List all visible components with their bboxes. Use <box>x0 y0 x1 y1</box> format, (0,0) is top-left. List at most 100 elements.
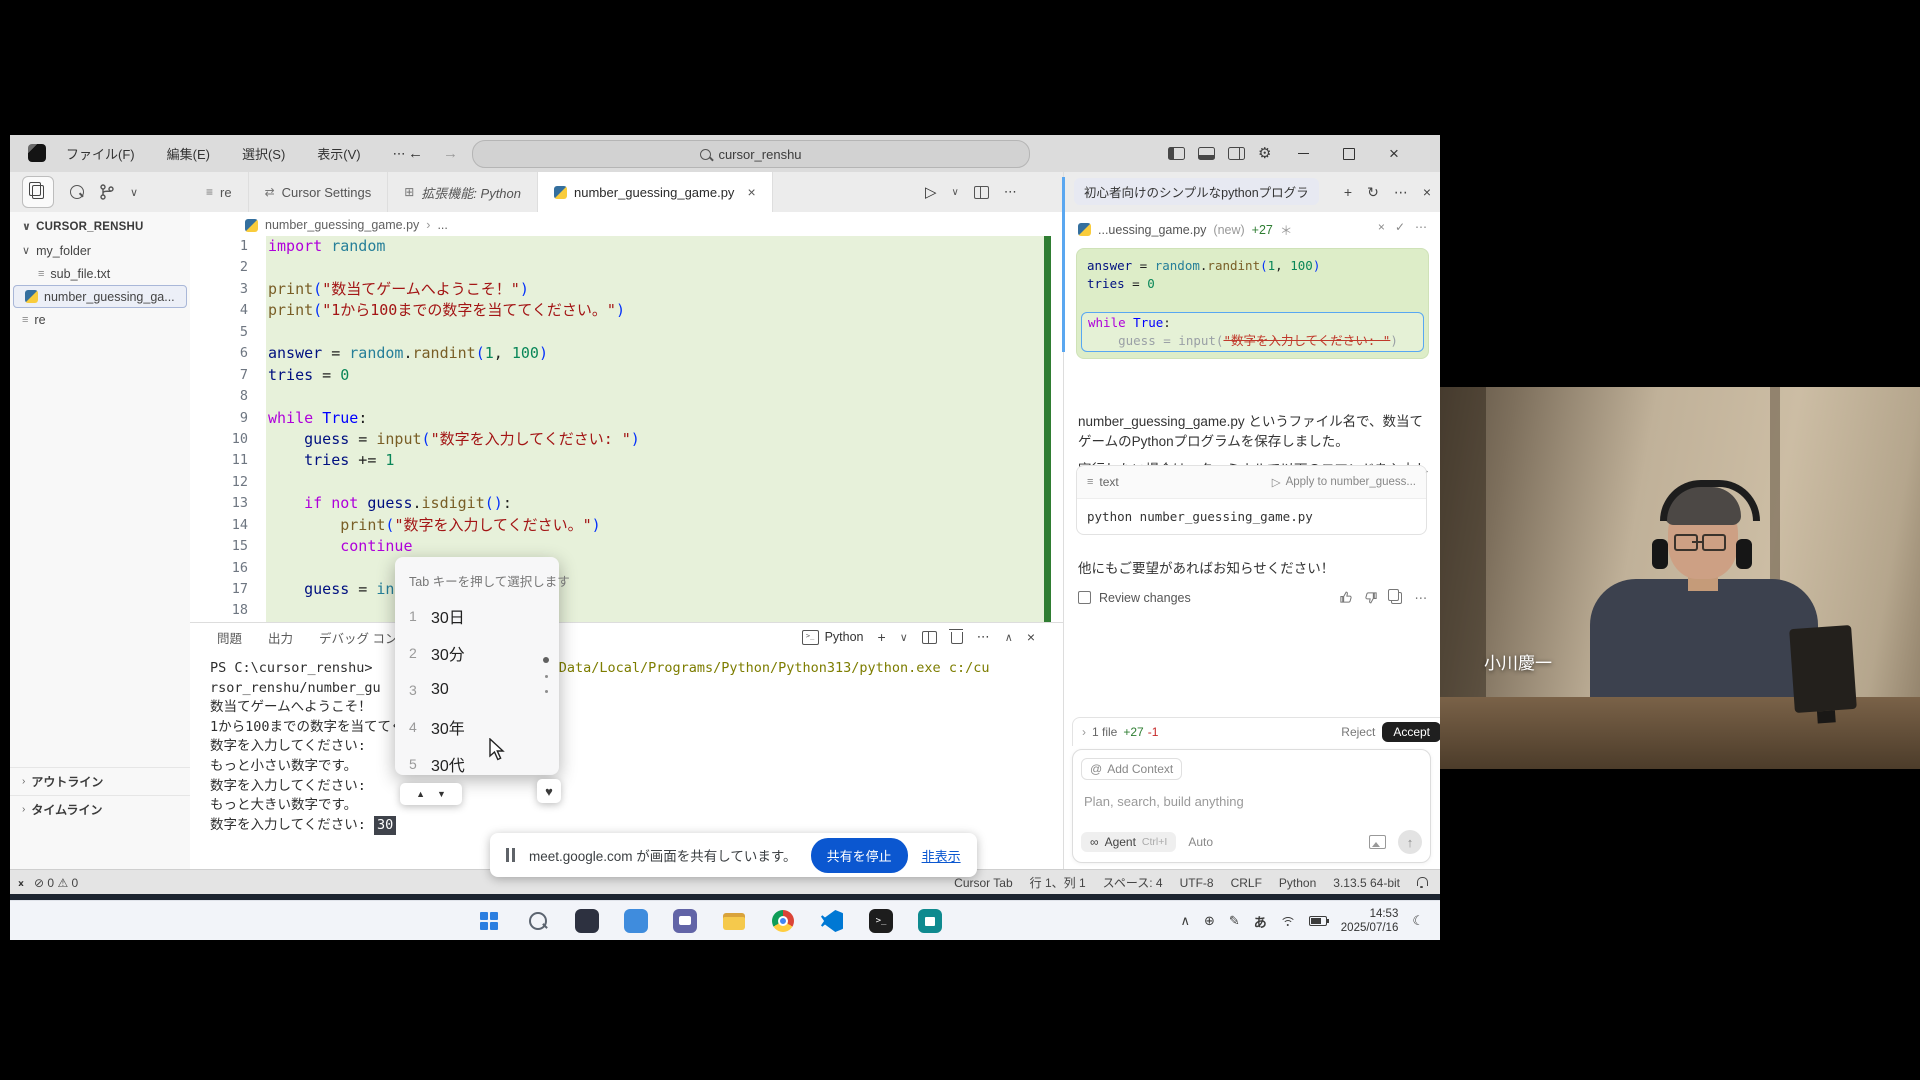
chat-file-more-icon[interactable]: ⋯ <box>1415 220 1427 234</box>
gear-icon[interactable]: ⚙ <box>1258 146 1271 161</box>
taskbar-teams-icon[interactable] <box>672 908 698 934</box>
copy-icon[interactable] <box>1391 592 1402 604</box>
notifications-bell-icon[interactable] <box>1417 877 1428 886</box>
chat-composer[interactable]: @ Add Context Plan, search, build anythi… <box>1072 749 1431 863</box>
tab-cursor-settings[interactable]: ⇄Cursor Settings <box>249 172 389 212</box>
chat-file-accept-icon[interactable]: ✓ <box>1395 220 1405 234</box>
ime-candidate[interactable]: 230分 <box>409 634 465 671</box>
close-window-button[interactable]: × <box>1389 145 1399 162</box>
tree-item[interactable]: ∨my_folder <box>10 239 190 262</box>
new-chat-icon[interactable]: + <box>1344 184 1352 200</box>
vscode-icon[interactable] <box>819 908 845 934</box>
tree-item[interactable]: ≡sub_file.txt <box>10 262 190 285</box>
tree-item[interactable]: ≡re <box>10 308 190 331</box>
attach-image-icon[interactable] <box>1369 835 1386 849</box>
close-panel-icon[interactable]: × <box>1027 629 1035 645</box>
reject-all-button[interactable]: Reject <box>1334 723 1382 741</box>
model-auto-select[interactable]: Auto <box>1188 835 1213 849</box>
add-context-chip[interactable]: @ Add Context <box>1081 758 1182 780</box>
status-item[interactable]: Python <box>1279 876 1316 890</box>
status-item[interactable]: 行 1、列 1 <box>1030 874 1086 891</box>
apply-code-button[interactable]: ▷Apply to number_guess... <box>1272 475 1416 489</box>
new-terminal-icon[interactable]: + <box>878 629 886 645</box>
panel-tab-出力[interactable]: 出力 <box>268 628 293 647</box>
ime-favorite-icon[interactable]: ♥ <box>537 779 561 803</box>
run-python-button[interactable]: ▷ <box>925 183 937 201</box>
pen-icon[interactable]: ✎ <box>1229 913 1240 929</box>
taskbar-app-dark-icon[interactable] <box>574 908 600 934</box>
store-app-icon[interactable] <box>917 908 943 934</box>
menu-item[interactable]: 選択(S) <box>236 141 291 166</box>
panel-tab-問題[interactable]: 問題 <box>217 628 242 647</box>
chat-file-chip[interactable]: ...uessing_game.py (new) +27 ＊ <box>1078 220 1292 239</box>
tab-number-guessing-game-py[interactable]: number_guessing_game.py× <box>538 172 773 212</box>
menu-item[interactable]: 表示(V) <box>311 141 366 166</box>
search-view-icon[interactable] <box>70 185 84 199</box>
tab-re[interactable]: ≡re <box>190 172 249 212</box>
file-explorer-icon[interactable] <box>721 908 747 934</box>
command-search-input[interactable]: cursor_renshu <box>472 140 1030 168</box>
status-item[interactable]: Cursor Tab <box>954 876 1012 890</box>
chat-more-icon[interactable]: ⋯ <box>1394 184 1408 201</box>
panel-more-icon[interactable]: ⋯ <box>977 629 991 645</box>
toggle-secondary-sidebar-icon[interactable] <box>1228 147 1245 160</box>
tab--python[interactable]: ⊞拡張機能: Python <box>388 172 538 212</box>
menu-item[interactable]: 編集(E) <box>161 141 216 166</box>
status-item[interactable]: スペース: 4 <box>1103 874 1163 891</box>
explorer-root[interactable]: ∨ CURSOR_RENSHU <box>10 212 190 239</box>
status-item[interactable]: UTF-8 <box>1180 876 1214 890</box>
toggle-sidebar-icon[interactable] <box>1168 147 1185 160</box>
code-editor[interactable]: number_guessing_game.py › ... 1import ra… <box>190 212 1063 622</box>
nav-forward-icon[interactable]: → <box>443 145 458 162</box>
maximize-button[interactable] <box>1343 148 1355 160</box>
section-アウトライン[interactable]: ›アウトライン <box>10 767 190 795</box>
terminal-shell-chip[interactable]: >_ Python <box>802 630 864 645</box>
send-button[interactable]: ↑ <box>1398 830 1422 854</box>
pause-share-icon[interactable] <box>506 848 515 862</box>
network-globe-icon[interactable]: ⊕ <box>1204 913 1215 929</box>
ime-page-down-icon[interactable]: ▼ <box>437 789 446 799</box>
ime-candidate[interactable]: 430年 <box>409 708 465 745</box>
panel-sash[interactable] <box>1062 177 1065 352</box>
taskbar-clock[interactable]: 14:53 2025/07/16 <box>1341 907 1399 935</box>
thumbs-up-icon[interactable] <box>1339 591 1352 604</box>
chevron-right-icon[interactable]: › <box>1082 725 1086 739</box>
explorer-view-button[interactable] <box>22 176 54 208</box>
maximize-panel-icon[interactable]: ∧ <box>1005 631 1013 644</box>
hide-share-bar-link[interactable]: 非表示 <box>922 846 961 865</box>
chat-history-icon[interactable]: ↻ <box>1367 184 1379 201</box>
terminal-output[interactable]: PS C:\cursor_renshu> Data/Local/Programs… <box>210 659 989 835</box>
git-branch-icon[interactable] <box>100 184 114 200</box>
do-not-disturb-icon[interactable]: ☾ <box>1412 913 1424 929</box>
code-card-command[interactable]: python number_guessing_game.py <box>1077 499 1426 534</box>
battery-icon[interactable] <box>1309 916 1327 926</box>
status-item[interactable]: CRLF <box>1231 876 1262 890</box>
chat-file-undo-icon[interactable]: × <box>1378 220 1385 234</box>
agent-mode-chip[interactable]: ∞ Agent Ctrl+I <box>1081 832 1176 852</box>
review-more-icon[interactable]: ⋯ <box>1415 590 1428 605</box>
chrome-icon[interactable] <box>770 908 796 934</box>
ime-candidate[interactable]: 530代 <box>409 745 465 782</box>
toggle-panel-icon[interactable] <box>1198 147 1215 160</box>
remote-indicator-icon[interactable]: ›‹ <box>18 876 22 890</box>
thumbs-down-icon[interactable] <box>1365 591 1378 604</box>
ime-candidate[interactable]: 130日 <box>409 597 465 634</box>
ime-mode-indicator[interactable]: あ <box>1254 912 1267 931</box>
terminal-dropdown-icon[interactable]: ∨ <box>900 631 908 644</box>
editor-more-icon[interactable]: ⋯ <box>1004 184 1018 200</box>
run-dropdown-icon[interactable]: ∨ <box>952 187 959 198</box>
problems-indicator[interactable]: ⊘ 0 ⚠ 0 <box>34 876 78 890</box>
chat-tab[interactable]: 初心者向けのシンプルなpythonプログラ <box>1074 178 1319 205</box>
chat-close-icon[interactable]: × <box>1423 184 1431 200</box>
menu-item[interactable]: ファイル(F) <box>60 141 141 166</box>
ime-page-up-icon[interactable]: ▲ <box>416 789 425 799</box>
tree-item[interactable]: number_guessing_ga... <box>13 285 187 308</box>
taskbar-search-icon[interactable] <box>525 908 551 934</box>
ime-candidate[interactable]: 330 <box>409 671 465 708</box>
kill-terminal-icon[interactable] <box>951 632 963 644</box>
close-tab-icon[interactable]: × <box>747 184 755 200</box>
tray-chevron-icon[interactable]: ∧ <box>1180 913 1190 929</box>
taskbar-widgets-icon[interactable] <box>623 908 649 934</box>
wifi-icon[interactable] <box>1281 916 1295 926</box>
stop-sharing-button[interactable]: 共有を停止 <box>811 838 908 873</box>
